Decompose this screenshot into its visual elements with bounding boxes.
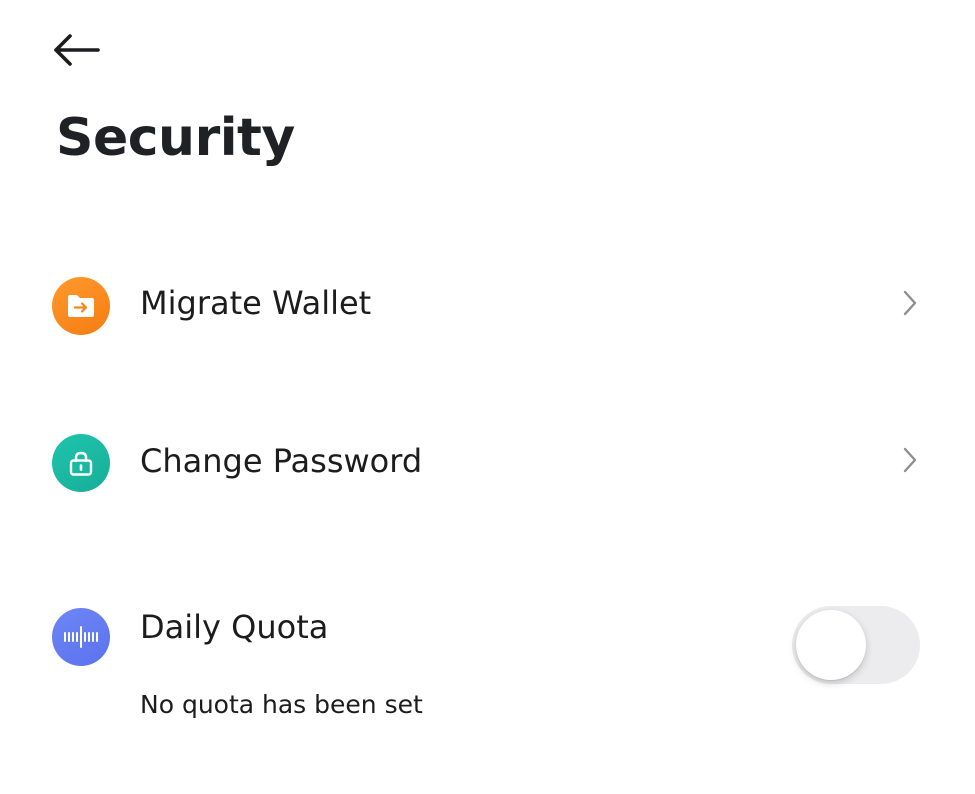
folder-arrow-icon [52,277,110,335]
waveform-icon [52,608,110,666]
arrow-left-icon [54,34,100,66]
back-button[interactable] [50,28,106,72]
chevron-right-icon [896,444,924,476]
daily-quota-row: Daily Quota No quota has been set [0,592,975,732]
chevron-right-icon [896,287,924,319]
daily-quota-status: No quota has been set [140,690,423,719]
toggle-knob [796,610,866,680]
migrate-wallet-label: Migrate Wallet [140,284,372,322]
daily-quota-toggle[interactable] [792,606,920,684]
migrate-wallet-row[interactable]: Migrate Wallet [0,270,975,344]
change-password-row[interactable]: Change Password [0,428,975,502]
daily-quota-label: Daily Quota [140,608,329,646]
lock-icon [52,434,110,492]
page-title: Security [56,108,295,168]
change-password-label: Change Password [140,442,423,480]
